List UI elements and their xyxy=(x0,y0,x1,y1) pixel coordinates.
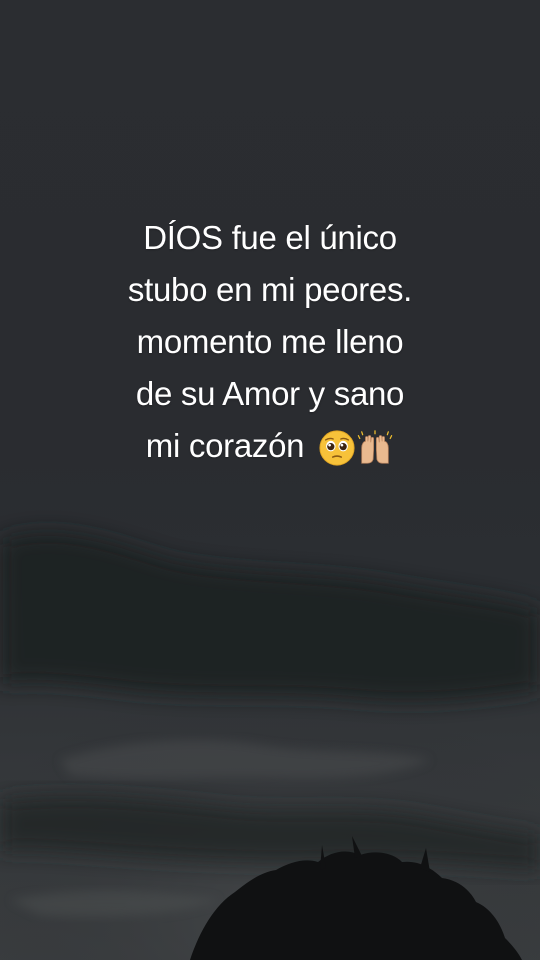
quote-line-5-wrap: mi corazón xyxy=(20,420,520,474)
dusk-sky-clouds-image xyxy=(0,532,540,960)
quote-line-1: DÍOS fue el único xyxy=(143,219,397,256)
quote-line-4: de su Amor y sano xyxy=(135,375,405,412)
quote-text: DÍOS fue el único stubo en mi peores. mo… xyxy=(20,212,520,474)
quote-line-2: stubo en mi peores. xyxy=(127,271,413,308)
quote-line-5: mi corazón xyxy=(145,427,305,464)
pleading-face-icon xyxy=(319,429,355,466)
raising-hands-icon xyxy=(357,429,393,464)
background-photo: DÍOS fue el único stubo en mi peores. mo… xyxy=(0,0,540,960)
quote-line-3: momento me lleno xyxy=(136,323,404,360)
emoji-group xyxy=(318,419,394,471)
